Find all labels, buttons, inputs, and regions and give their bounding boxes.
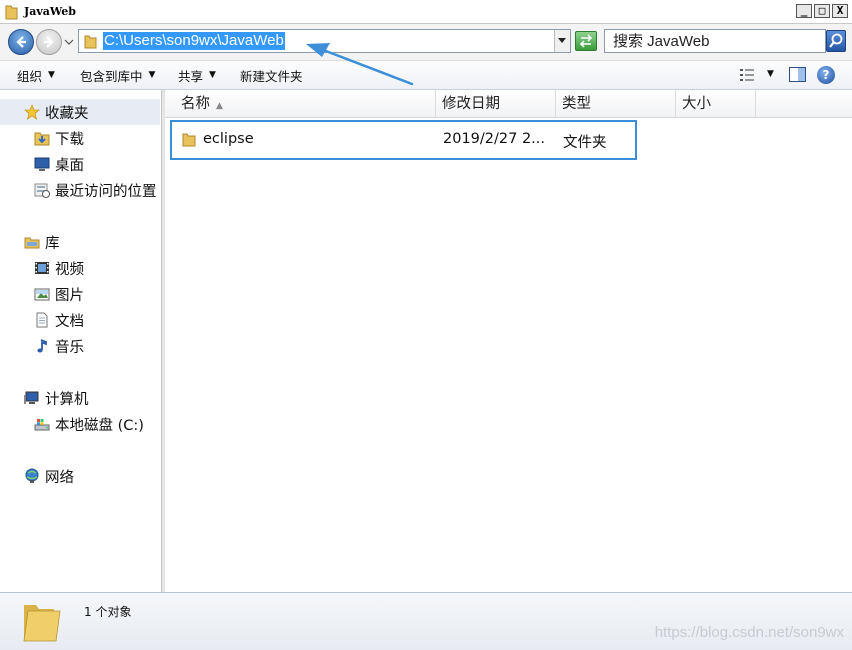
sidebar-item-local-disk-c[interactable]: 本地磁盘 (C:) [0,411,160,437]
window-title: JavaWeb [24,5,76,18]
column-size-label: 大小 [682,96,711,112]
file-modified: 2019/2/27 2... [443,131,546,147]
include-in-library-menu[interactable]: 包含到库中 ▼ [80,67,156,84]
file-name: eclipse [203,131,254,147]
navigation-pane: 收藏夹 下载 桌面 最近访问的位置 库 视频 图片 文档 音乐 计算机 本地磁盘… [0,90,162,592]
sidebar-label: 最近访问的位置 [55,183,157,200]
sidebar-item-desktop[interactable]: 桌面 [0,151,160,177]
sidebar-label: 本地磁盘 (C:) [55,417,144,434]
column-modified[interactable]: 修改日期 [436,90,556,118]
sidebar-label: 收藏夹 [45,105,89,122]
folder-icon [84,35,97,49]
status-bar: 1 个对象 https://blog.csdn.net/son9wx [0,592,852,650]
title-bar: JavaWeb _ □ X [0,0,852,24]
sidebar-label: 下载 [55,131,84,148]
folder-icon [23,605,61,642]
folder-icon [5,5,18,20]
caret-down-icon: ▼ [48,70,55,80]
column-name-label: 名称 [181,96,210,112]
caret-down-icon: ▼ [148,70,156,80]
refresh-button[interactable] [575,31,597,51]
file-row-eclipse[interactable]: eclipse 2019/2/27 2... 文件夹 [170,120,637,160]
sidebar-label: 库 [45,235,60,252]
pictures-icon [34,286,50,302]
drive-icon [34,416,50,432]
search-icon [829,33,843,48]
sidebar-label: 图片 [55,287,84,304]
sidebar-item-network[interactable]: 网络 [0,463,160,489]
sidebar-item-pictures[interactable]: 图片 [0,281,160,307]
star-icon [24,104,40,120]
column-header: 名称 ▲ 修改日期 类型 大小 [165,90,852,118]
arrow-right-icon [44,36,54,48]
sidebar-item-recent-places[interactable]: 最近访问的位置 [0,177,160,203]
help-icon[interactable]: ? [817,66,835,84]
view-dropdown-icon[interactable]: ▼ [767,69,774,79]
new-folder-label: 新建文件夹 [240,68,303,84]
new-folder-button[interactable]: 新建文件夹 [240,67,303,84]
music-icon [34,338,50,354]
refresh-icon [579,34,593,48]
library-icon [24,234,40,250]
address-row: C:\Users\son9wx\JavaWeb [0,24,852,60]
watermark-text: https://blog.csdn.net/son9wx [654,624,844,641]
recent-places-icon [34,182,50,198]
sidebar-label: 桌面 [55,157,84,174]
sidebar-item-documents[interactable]: 文档 [0,307,160,333]
computer-icon [24,390,40,406]
sidebar-label: 计算机 [45,391,89,408]
item-count: 1 个对象 [84,605,132,619]
sidebar-item-music[interactable]: 音乐 [0,333,160,359]
network-icon [24,468,40,484]
include-in-library-label: 包含到库中 [80,68,143,84]
maximize-button[interactable]: □ [814,4,830,18]
download-folder-icon [34,130,50,146]
sidebar-item-favorites[interactable]: 收藏夹 [0,99,160,125]
search-input[interactable] [613,32,818,50]
column-size[interactable]: 大小 [676,90,756,118]
desktop-icon [34,156,50,172]
column-type-label: 类型 [562,96,591,112]
chevron-down-icon [558,38,566,43]
sidebar-label: 音乐 [55,339,84,356]
column-modified-label: 修改日期 [442,96,500,112]
sidebar-label: 视频 [55,261,84,278]
sidebar-item-computer[interactable]: 计算机 [0,385,160,411]
documents-icon [34,312,50,328]
organize-label: 组织 [17,68,43,84]
forward-button[interactable] [36,29,62,55]
history-dropdown-icon[interactable] [64,37,74,47]
share-label: 共享 [178,68,204,84]
sidebar-item-downloads[interactable]: 下载 [0,125,160,151]
address-dropdown-button[interactable] [554,30,570,52]
address-bar[interactable]: C:\Users\son9wx\JavaWeb [78,29,571,53]
sort-ascending-icon: ▲ [216,101,223,111]
video-icon [34,260,50,276]
minimize-button[interactable]: _ [796,4,812,18]
organize-menu[interactable]: 组织 ▼ [17,67,55,84]
close-button[interactable]: X [832,4,848,18]
search-button[interactable] [826,30,846,52]
search-box[interactable] [604,29,826,53]
command-toolbar: 组织 ▼ 包含到库中 ▼ 共享 ▼ 新建文件夹 ▼ ? [0,60,852,90]
back-button[interactable] [8,29,34,55]
file-type: 文件夹 [563,135,607,151]
column-type[interactable]: 类型 [556,90,676,118]
file-list: eclipse 2019/2/27 2... 文件夹 [165,118,852,592]
arrow-left-icon [16,36,26,48]
folder-icon [182,133,196,147]
sidebar-item-videos[interactable]: 视频 [0,255,160,281]
address-path[interactable]: C:\Users\son9wx\JavaWeb [103,32,285,50]
caret-down-icon: ▼ [209,70,216,80]
column-name[interactable]: 名称 ▲ [165,90,436,118]
sidebar-label: 网络 [45,469,74,486]
share-menu[interactable]: 共享 ▼ [178,67,216,84]
sidebar-label: 文档 [55,313,84,330]
sidebar-item-libraries[interactable]: 库 [0,229,160,255]
preview-pane-icon[interactable] [789,67,806,82]
view-options-icon[interactable] [739,68,755,82]
